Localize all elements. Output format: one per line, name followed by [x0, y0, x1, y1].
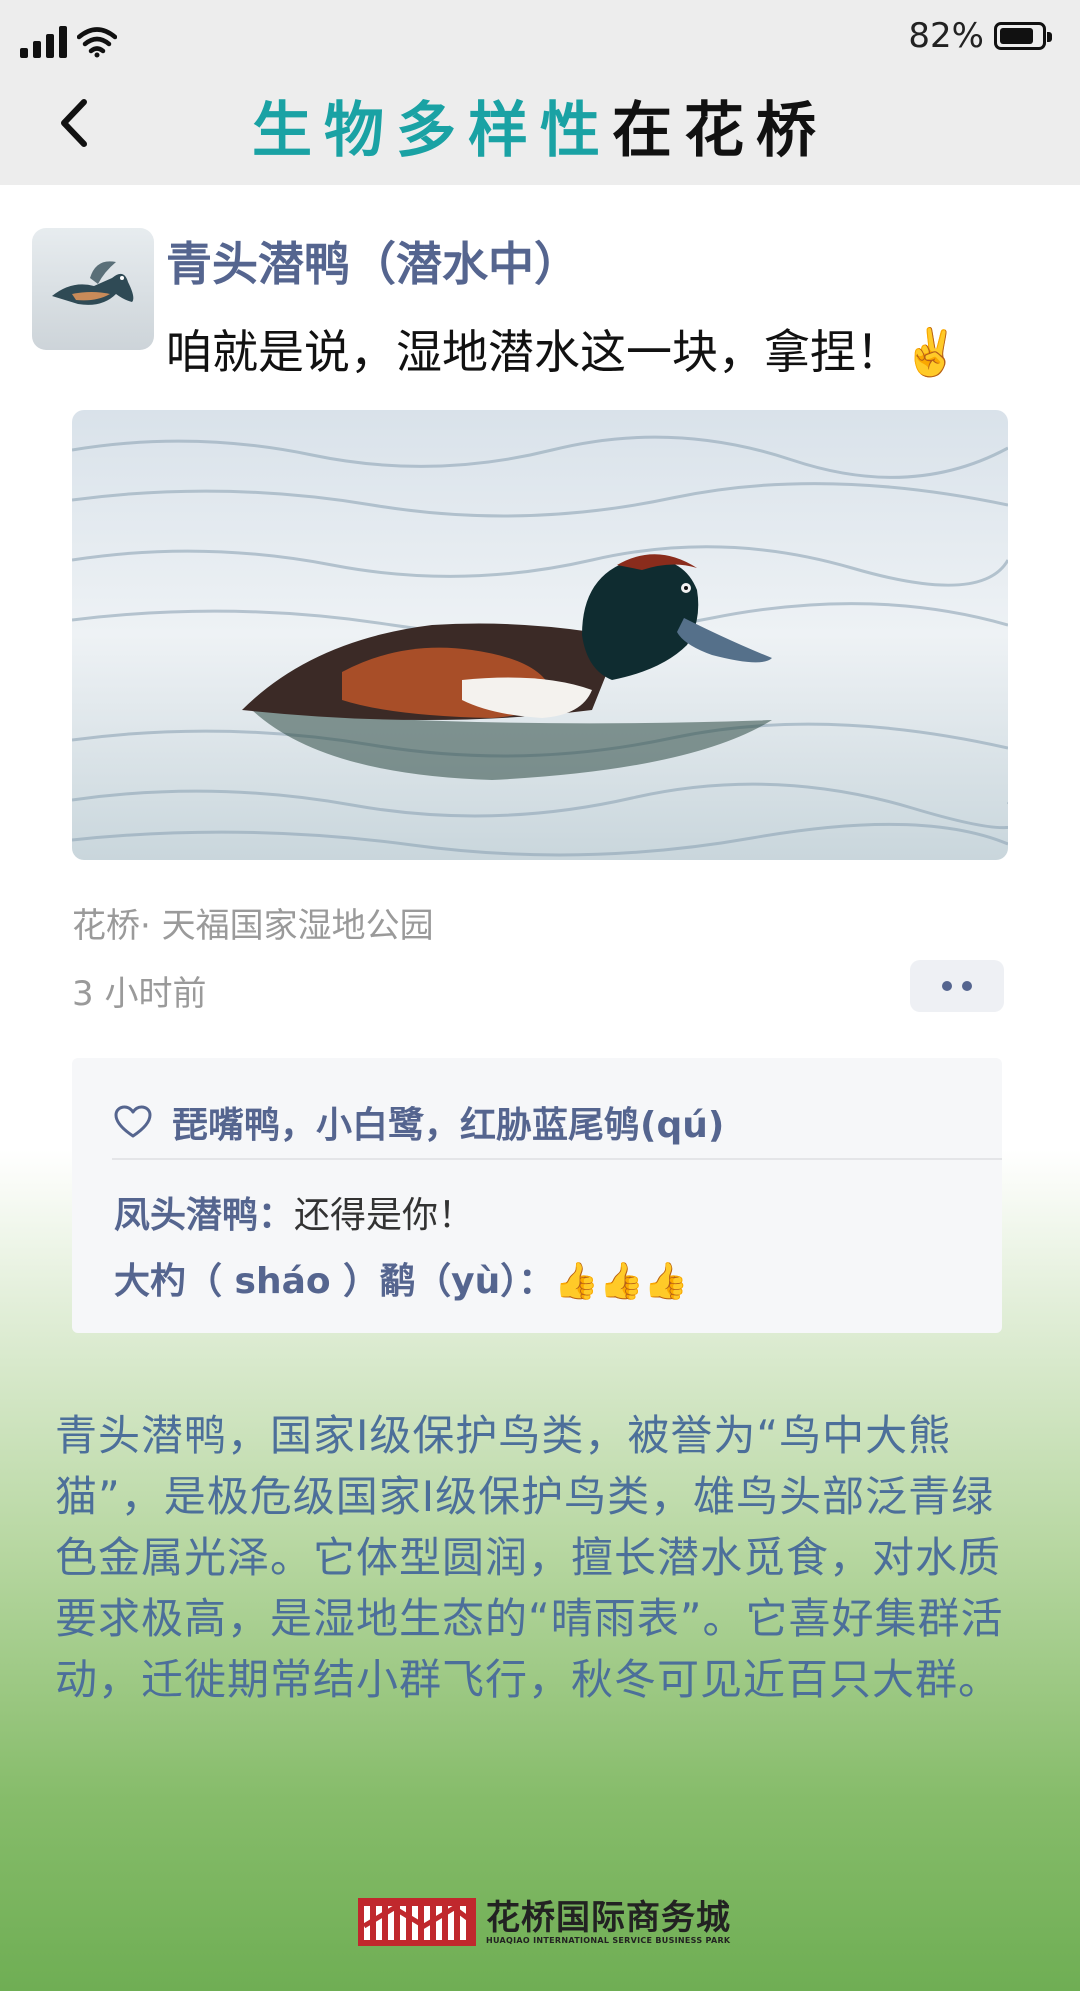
comment-text: 还得是你！: [294, 1195, 475, 1236]
page-title: 生物多样性在花桥: [0, 82, 1080, 169]
divider: [112, 1158, 1002, 1160]
dot-icon: [942, 981, 952, 991]
logo-chinese-name: 花桥国际商务城: [486, 1897, 731, 1938]
more-options-button[interactable]: [910, 960, 1004, 1012]
battery-status: 82%: [908, 16, 1052, 56]
logo-english-name: HUAQIAO INTERNATIONAL SERVICE BUSINESS P…: [486, 1935, 731, 1945]
species-description: 青头潜鸭，国家I级保护鸟类，被誉为“鸟中大熊猫”，是极危级国家I级保护鸟类，雄鸟…: [55, 1411, 1004, 1704]
duck-avatar-image: [52, 261, 134, 305]
logo-mark-icon: [358, 1898, 476, 1946]
comment-text: 👍👍👍: [554, 1261, 689, 1302]
likes-list[interactable]: 琵嘴鸭，小白鹭，红胁蓝尾鸲(qú): [172, 1096, 724, 1148]
interaction-panel: 琵嘴鸭，小白鹭，红胁蓝尾鸲(qú) 凤头潜鸭：还得是你！ 大杓（ sháo ）鹬…: [72, 1058, 1002, 1333]
battery-percent: 82%: [908, 16, 984, 56]
title-highlight: 生物多样性: [252, 96, 612, 166]
avatar[interactable]: [32, 228, 154, 350]
comment-author[interactable]: 大杓（ sháo ）鹬（yù）：: [114, 1261, 554, 1302]
likes-row: 琵嘴鸭，小白鹭，红胁蓝尾鸲(qú): [114, 1096, 724, 1148]
title-suffix: 在花桥: [612, 96, 828, 166]
wifi-icon: [77, 27, 117, 58]
comment-item[interactable]: 凤头潜鸭：还得是你！: [114, 1186, 474, 1238]
comment-item[interactable]: 大杓（ sháo ）鹬（yù）：👍👍👍: [114, 1252, 689, 1304]
post-time: 3 小时前: [72, 974, 207, 1014]
comment-author[interactable]: 凤头潜鸭：: [114, 1195, 294, 1236]
post-photo[interactable]: [72, 410, 1008, 860]
author-name[interactable]: 青头潜鸭（潜水中）: [166, 228, 580, 294]
dot-icon: [962, 981, 972, 991]
top-bar: 82% 生物多样性在花桥: [0, 0, 1080, 185]
status-indicators: [20, 18, 117, 58]
duck-photo-image: [72, 410, 1008, 860]
heart-icon[interactable]: [114, 1105, 152, 1139]
post-location: 花桥· 天福国家湿地公园: [72, 906, 434, 946]
footer-logo: 花桥国际商务城 HUAQIAO INTERNATIONAL SERVICE BU…: [358, 1898, 731, 1946]
battery-icon: [994, 22, 1052, 50]
cellular-signal-icon: [20, 24, 67, 58]
post-message: 咱就是说，湿地潜水这一块，拿捏！✌️: [166, 325, 960, 379]
